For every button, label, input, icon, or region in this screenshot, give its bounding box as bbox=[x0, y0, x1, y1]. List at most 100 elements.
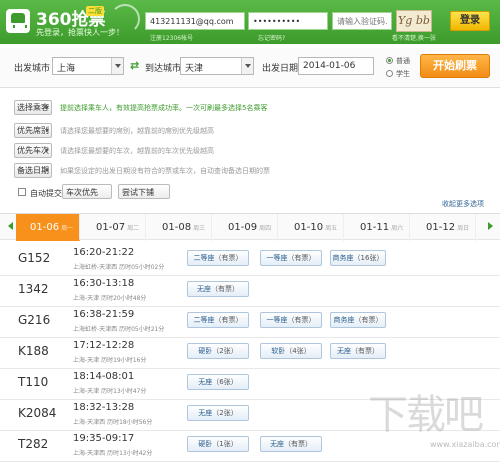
auto-submit-checkbox[interactable] bbox=[18, 188, 26, 196]
train-hint: 请选择您最想要的车次，越靠前的车次优先级越高 bbox=[60, 147, 214, 155]
train-time: 18:32-13:28 bbox=[73, 402, 135, 413]
seat-type: 硬卧 bbox=[198, 440, 213, 448]
seat-availability: 4张 bbox=[292, 347, 304, 355]
train-route: 上海虹桥-天津西 历时05小时21分 bbox=[73, 326, 165, 333]
seat-button[interactable]: 二等座（有票） bbox=[187, 250, 249, 266]
seat-availability: 有票 bbox=[221, 316, 236, 324]
seat-button[interactable]: 商务座（有票） bbox=[330, 312, 386, 328]
train-route: 上海-天津 历时13小时47分 bbox=[73, 388, 147, 395]
train-route: 上海-天津西 历时13小时42分 bbox=[73, 450, 153, 457]
normal-ticket-radio[interactable] bbox=[386, 57, 393, 64]
collapse-options-link[interactable]: 收起更多选项 bbox=[442, 199, 484, 209]
date-input[interactable]: 2014-01-06 bbox=[298, 57, 374, 75]
date-tab[interactable]: 01-08 周三 bbox=[148, 214, 212, 241]
train-route: 上海-天津 历时20小时48分 bbox=[73, 295, 147, 302]
app-slogan: 先登录，抢票快人一步！ bbox=[36, 28, 124, 37]
seat-button[interactable]: 二等座（有票） bbox=[187, 312, 249, 328]
seat-button[interactable]: 无座（2张） bbox=[187, 405, 249, 421]
to-city-label: 到达城市 bbox=[145, 64, 182, 74]
select-passenger-button[interactable]: 选择乘客 bbox=[14, 100, 52, 115]
decor-swoosh bbox=[110, 4, 140, 34]
chevron-down-icon bbox=[111, 58, 123, 74]
train-route: 上海-天津 历时19小时16分 bbox=[73, 357, 147, 364]
priority-train-button[interactable]: 优先车次 bbox=[14, 143, 52, 158]
seat-type: 无座 bbox=[337, 347, 351, 355]
seat-type: 无座 bbox=[197, 285, 211, 293]
seat-availability: 有票 bbox=[294, 316, 309, 324]
app-header: 360抢票 二版 先登录，抢票快人一步！ 注册12306帐号 忘记密码? Yg … bbox=[0, 0, 500, 44]
date-tab[interactable]: 01-11 周六 bbox=[346, 214, 410, 241]
date-tab[interactable]: 01-10 周五 bbox=[280, 214, 344, 241]
seat-button[interactable]: 商务座（16张） bbox=[330, 250, 386, 266]
seat-availability: 有票 bbox=[358, 347, 372, 355]
date-tab[interactable]: 01-12 周日 bbox=[412, 214, 476, 241]
seat-type: 二等座 bbox=[193, 254, 215, 262]
train-number: K2084 bbox=[18, 406, 57, 420]
register-link[interactable]: 注册12306帐号 bbox=[150, 33, 193, 42]
seat-type: 无座 bbox=[198, 409, 213, 417]
date-tab[interactable]: 01-09 周四 bbox=[214, 214, 278, 241]
seat-button[interactable]: 一等座（有票） bbox=[260, 312, 322, 328]
date-tab[interactable]: 01-06 周一 bbox=[16, 214, 80, 241]
date-tab[interactable]: 01-07 周二 bbox=[82, 214, 146, 241]
seat-button[interactable]: 无座（有票） bbox=[330, 343, 386, 359]
backup-date-button[interactable]: 备选日期 bbox=[14, 163, 52, 178]
train-row: 1342 16:30-13:18 上海-天津 历时20小时48分 无座（有票） bbox=[0, 275, 500, 307]
prev-date-icon[interactable] bbox=[4, 222, 13, 230]
train-time: 17:12-12:28 bbox=[73, 340, 135, 351]
version-badge: 二版 bbox=[86, 6, 104, 16]
train-row: G216 16:38-21:59 上海虹桥-天津西 历时05小时21分 二等座（有票）… bbox=[0, 306, 500, 338]
berth-preference-select[interactable]: 尝试下铺 bbox=[118, 184, 170, 199]
seat-button[interactable]: 无座（有票） bbox=[187, 281, 249, 297]
seat-button[interactable]: 一等座（有票） bbox=[260, 250, 322, 266]
priority-seat-button[interactable]: 优先席别 bbox=[14, 123, 52, 138]
start-brush-button[interactable]: 开始刷票 bbox=[420, 54, 490, 78]
train-time: 16:30-13:18 bbox=[73, 278, 135, 289]
seat-type: 商务座 bbox=[333, 316, 355, 324]
seat-availability: 2张 bbox=[219, 409, 231, 417]
seat-type: 无座 bbox=[270, 440, 284, 448]
from-city-label: 出发城市 bbox=[14, 64, 51, 74]
swap-icon[interactable]: ⇄ bbox=[130, 59, 139, 72]
seat-availability: 有票 bbox=[361, 316, 376, 324]
train-number: T282 bbox=[18, 437, 49, 451]
next-date-icon[interactable] bbox=[488, 222, 497, 230]
train-time: 16:38-21:59 bbox=[73, 309, 135, 320]
from-city-value: 上海 bbox=[57, 64, 76, 74]
passenger-hint: 提前选择乘车人，有效提高抢票成功率。一次可刷最多选择5名乘客 bbox=[60, 104, 268, 112]
username-input[interactable] bbox=[145, 12, 245, 30]
train-number: T110 bbox=[18, 375, 49, 389]
student-ticket-radio[interactable] bbox=[386, 70, 393, 77]
captcha-image[interactable]: Yg bb bbox=[396, 10, 432, 32]
train-logo-icon bbox=[6, 9, 30, 33]
to-city-value: 天津 bbox=[185, 64, 204, 74]
submit-mode-select[interactable]: 车次优先 bbox=[62, 184, 112, 199]
seat-button[interactable]: 硬卧（2张） bbox=[187, 343, 249, 359]
seat-availability: 6张 bbox=[219, 378, 231, 386]
seat-button[interactable]: 软卧（4张） bbox=[260, 343, 322, 359]
seat-availability: 16张 bbox=[360, 254, 377, 262]
train-row: K188 17:12-12:28 上海-天津 历时19小时16分 硬卧（2张） 软卧（4… bbox=[0, 337, 500, 369]
seat-button[interactable]: 无座（有票） bbox=[260, 436, 322, 452]
seat-button[interactable]: 无座（6张） bbox=[187, 374, 249, 390]
seat-button[interactable]: 硬卧（1张） bbox=[187, 436, 249, 452]
watermark-logo: 下载吧 bbox=[368, 392, 484, 438]
backup-date-hint: 如果您设定的出发日期没有符合的票或车次，自动查询备选日期的票 bbox=[60, 167, 270, 175]
train-row: G152 16:20-21:22 上海虹桥-天津西 历时05小时02分 二等座（有票）… bbox=[0, 244, 500, 276]
password-input[interactable] bbox=[248, 12, 328, 30]
train-time: 16:20-21:22 bbox=[73, 247, 135, 258]
forgot-password-link[interactable]: 忘记密码? bbox=[258, 33, 285, 42]
date-strip: 01-06 周一 01-07 周二 01-08 周三 01-09 周四 01-10 周五 … bbox=[0, 213, 500, 241]
captcha-input[interactable] bbox=[332, 12, 392, 30]
refresh-captcha-link[interactable]: 看不清楚,换一张 bbox=[392, 33, 436, 42]
login-button[interactable]: 登录 bbox=[450, 11, 490, 31]
to-city-select[interactable]: 天津 bbox=[180, 57, 254, 75]
seat-hint: 请选择您最想要的席别，越靠前的席别优先级越高 bbox=[60, 127, 214, 135]
train-route: 上海-天津西 历时18小时56分 bbox=[73, 419, 153, 426]
student-ticket-label: 学生 bbox=[396, 70, 410, 78]
seat-availability: 有票 bbox=[221, 254, 236, 262]
search-bar: 出发城市 上海 ⇄ 到达城市 天津 出发日期 2014-01-06 普通 学生 … bbox=[0, 48, 500, 88]
seat-type: 一等座 bbox=[266, 316, 288, 324]
from-city-select[interactable]: 上海 bbox=[52, 57, 124, 75]
train-route: 上海虹桥-天津西 历时05小时02分 bbox=[73, 264, 165, 271]
